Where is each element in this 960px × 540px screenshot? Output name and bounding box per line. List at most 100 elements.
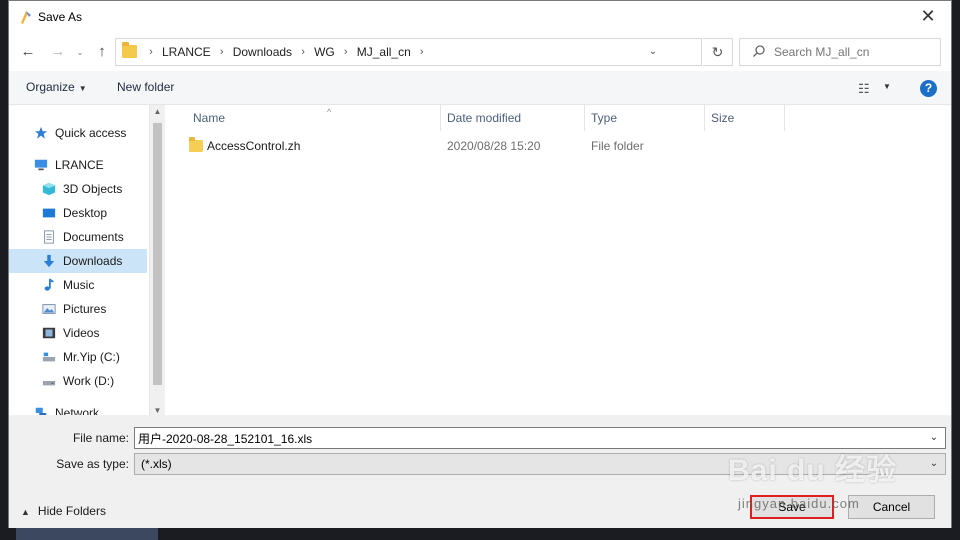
cancel-button[interactable]: Cancel — [848, 495, 935, 519]
search-input[interactable] — [774, 39, 934, 65]
address-bar[interactable]: › LRANCE › Downloads › WG › MJ_all_cn › … — [115, 38, 702, 66]
sidebar-scrollbar[interactable]: ▲ ▼ — [149, 105, 165, 415]
hide-folders-button[interactable]: ▲ Hide Folders — [21, 504, 106, 518]
organize-label: Organize — [26, 80, 75, 94]
arrow-up-icon: ↑ — [98, 43, 106, 60]
date-modified-cell: 2020/08/28 15:20 — [447, 139, 541, 153]
sidebar-item-drive-c[interactable]: Mr.Yip (C:) — [41, 345, 150, 369]
chevron-down-icon[interactable]: ⌄ — [927, 454, 941, 474]
sidebar-item-drive-d[interactable]: Work (D:) — [41, 369, 150, 393]
close-icon: ✕ — [920, 6, 936, 26]
help-icon[interactable]: ? — [920, 80, 937, 97]
sidebar-item-label: Pictures — [63, 302, 107, 316]
sidebar-item-label: Videos — [63, 326, 100, 340]
chevron-down-icon: ⌄ — [76, 47, 84, 57]
column-header-type[interactable]: Type — [585, 105, 705, 131]
picture-icon — [42, 304, 56, 314]
scrollbar-thumb[interactable] — [153, 123, 162, 385]
download-icon — [43, 254, 55, 268]
arrow-left-icon: ← — [20, 43, 36, 60]
sidebar-item-quick-access[interactable]: Quick access — [33, 121, 150, 145]
caret-down-icon[interactable]: ▼ — [883, 82, 891, 91]
folder-icon — [122, 42, 137, 58]
breadcrumb-separator[interactable]: › — [411, 46, 433, 58]
breadcrumb-item-downloads[interactable]: Downloads — [233, 45, 292, 59]
view-options-icon[interactable]: ☷ — [858, 81, 870, 97]
file-name-cell[interactable]: AccessControl.zh — [187, 135, 300, 157]
column-header-size[interactable]: Size — [705, 105, 785, 131]
column-label: Type — [591, 111, 618, 125]
sidebar-item-pictures[interactable]: Pictures — [41, 297, 150, 321]
column-label: Name — [193, 111, 226, 125]
window-title: Save As — [38, 10, 83, 24]
background-window-strip — [16, 528, 158, 540]
sidebar-item-downloads[interactable]: Downloads — [9, 249, 147, 273]
breadcrumb-separator[interactable]: › — [292, 46, 314, 58]
sidebar-item-3d-objects[interactable]: 3D Objects — [41, 177, 150, 201]
watermark-url: jingyan.baidu.com — [738, 496, 860, 511]
new-folder-button[interactable]: New folder — [117, 80, 174, 94]
breadcrumb-separator[interactable]: › — [211, 46, 233, 58]
sidebar-item-label: Work (D:) — [63, 374, 115, 388]
sidebar-item-label: Documents — [63, 230, 124, 244]
caret-down-icon: ▼ — [78, 84, 87, 93]
up-button[interactable]: ↑ — [91, 41, 113, 63]
sidebar-item-label: Quick access — [55, 126, 127, 140]
table-row[interactable]: AccessControl.zh 2020/08/28 15:20 File f… — [165, 135, 951, 157]
music-icon — [44, 278, 55, 291]
breadcrumb: › LRANCE › Downloads › WG › MJ_all_cn › — [140, 39, 433, 65]
file-name-label: File name: — [72, 431, 129, 445]
search-box[interactable] — [739, 38, 941, 66]
hide-folders-label: Hide Folders — [37, 504, 106, 518]
back-button[interactable]: ← — [17, 41, 39, 63]
navigation-row: ← → ⌄ ↑ › LRANCE › Downloads › WG › MJ_a… — [9, 33, 951, 71]
sidebar-item-label: Network — [55, 406, 100, 415]
command-toolbar: Organize ▼ New folder ☷ ▼ ? — [9, 71, 951, 105]
navigation-pane: Quick access LRANCE 3D Objects Desktop D… — [9, 105, 150, 415]
main-content: Quick access LRANCE 3D Objects Desktop D… — [9, 105, 951, 415]
sidebar-item-documents[interactable]: Documents — [41, 225, 150, 249]
sidebar-item-network[interactable]: Network — [33, 401, 150, 415]
scroll-up-icon[interactable]: ▲ — [150, 107, 165, 116]
column-header-name[interactable]: Name ^ — [187, 105, 441, 131]
star-icon — [34, 126, 48, 139]
save-as-type-value: (*.xls) — [141, 457, 172, 471]
breadcrumb-item-wg[interactable]: WG — [314, 45, 335, 59]
sidebar-item-desktop[interactable]: Desktop — [41, 201, 150, 225]
computer-icon — [34, 159, 48, 171]
breadcrumb-item-mj-all-cn[interactable]: MJ_all_cn — [357, 45, 411, 59]
sort-ascending-icon: ^ — [327, 107, 332, 117]
breadcrumb-separator[interactable]: › — [140, 46, 162, 58]
app-icon — [21, 11, 31, 24]
caret-up-icon: ▲ — [21, 507, 30, 517]
sidebar-item-videos[interactable]: Videos — [41, 321, 150, 345]
sidebar-item-label: LRANCE — [55, 158, 104, 172]
forward-button[interactable]: → — [47, 41, 69, 63]
address-history-dropdown[interactable]: ⌄ — [641, 39, 665, 65]
sidebar-item-music[interactable]: Music — [41, 273, 150, 297]
scroll-down-icon[interactable]: ▼ — [150, 406, 165, 415]
breadcrumb-item-lrance[interactable]: LRANCE — [162, 45, 211, 59]
refresh-button[interactable]: ↻ — [703, 38, 733, 66]
breadcrumb-separator[interactable]: › — [335, 46, 357, 58]
column-label: Date modified — [447, 111, 522, 125]
watermark-logo: Bai du 经验 — [728, 454, 898, 487]
chevron-down-icon[interactable]: ⌄ — [927, 428, 941, 448]
sidebar-item-label: Mr.Yip (C:) — [63, 350, 120, 364]
sidebar-item-label: Desktop — [63, 206, 108, 220]
close-button[interactable]: ✕ — [905, 1, 951, 33]
drive-icon — [42, 381, 56, 386]
sidebar-item-label: Music — [63, 278, 95, 292]
organize-button[interactable]: Organize ▼ — [26, 80, 87, 94]
arrow-right-icon: → — [50, 43, 66, 60]
cube-icon — [42, 182, 56, 196]
save-as-type-label: Save as type: — [56, 457, 129, 471]
column-header-date-modified[interactable]: Date modified — [441, 105, 585, 131]
file-list: Name ^ Date modified Type Size AccessCon… — [165, 105, 951, 415]
network-icon — [35, 407, 47, 415]
sidebar-item-label: Downloads — [63, 254, 123, 268]
recent-locations-button[interactable]: ⌄ — [69, 41, 91, 63]
column-label: Size — [711, 111, 735, 125]
title-bar: Save As ✕ — [9, 1, 951, 33]
sidebar-item-lrance[interactable]: LRANCE — [33, 153, 150, 177]
